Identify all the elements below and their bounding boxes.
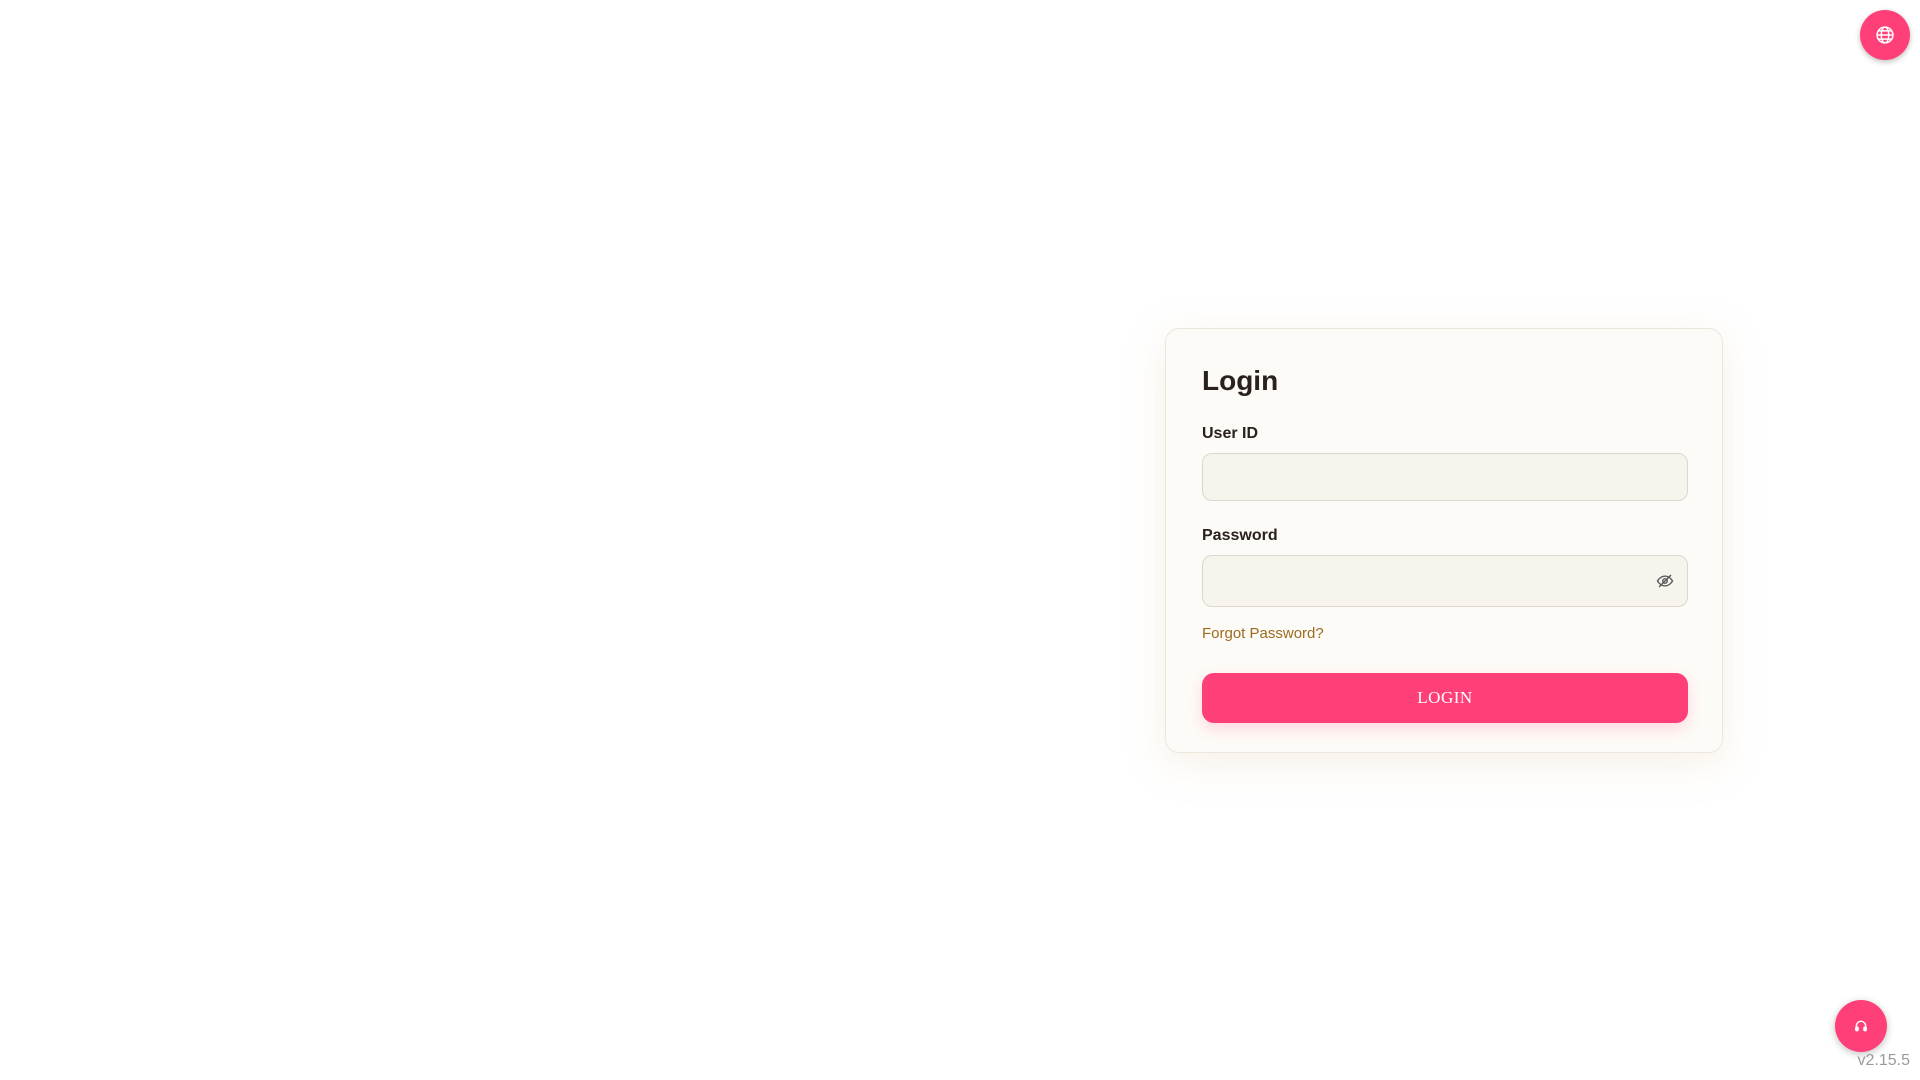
password-field [1202, 555, 1688, 607]
user-id-label: User ID [1202, 425, 1259, 442]
forgot-password-link[interactable]: Forgot Password? [1202, 625, 1324, 642]
password-label: Password [1202, 527, 1278, 544]
login-card: Login User ID Password Forgot Password? … [1165, 328, 1723, 753]
globe-icon [1876, 26, 1894, 44]
version-label: v2.15.5 [1857, 1052, 1910, 1069]
eye-slash-icon[interactable] [1656, 572, 1674, 590]
headset-icon [1855, 1020, 1867, 1032]
password-input[interactable] [1202, 555, 1688, 607]
login-button[interactable]: LOGIN [1202, 673, 1688, 723]
support-button[interactable] [1835, 1000, 1887, 1052]
login-title: Login [1202, 365, 1279, 396]
login-page: Login User ID Password Forgot Password? … [0, 0, 1920, 1080]
user-id-input[interactable] [1202, 453, 1688, 501]
language-button[interactable] [1860, 10, 1910, 60]
